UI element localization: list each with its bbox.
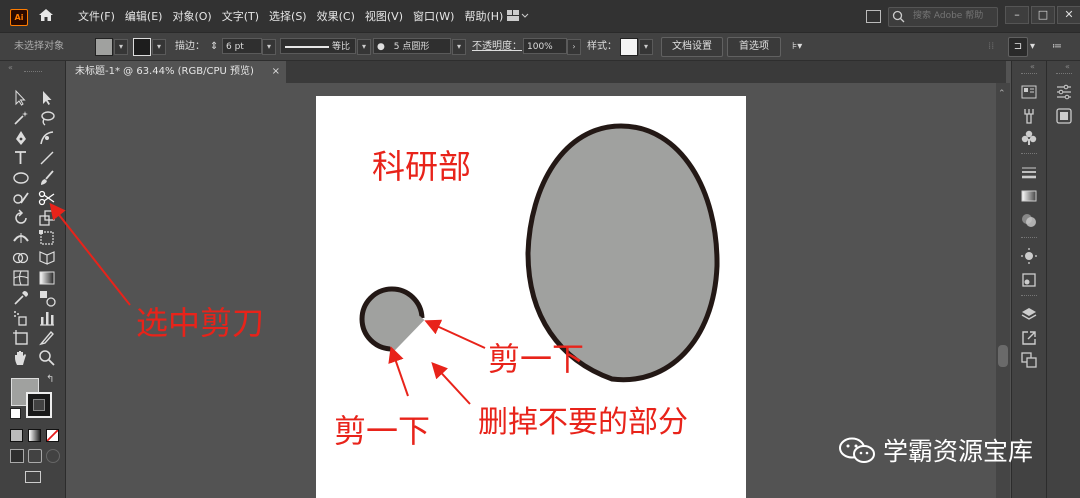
dock-grip-4: [1021, 295, 1037, 298]
sliders-icon[interactable]: [1055, 83, 1073, 101]
scissors-arrow: [49, 202, 131, 306]
dock-grip-3: [1021, 237, 1037, 240]
secondary-grip: [1056, 73, 1072, 76]
graphic-styles-icon[interactable]: [1020, 271, 1038, 289]
transparency-icon[interactable]: [1020, 211, 1038, 229]
annotation-cut-left: 剪一下: [334, 412, 431, 450]
dock-grip-2: [1021, 153, 1037, 156]
artboards-icon[interactable]: [1020, 351, 1038, 369]
symbols-icon[interactable]: [1020, 107, 1038, 125]
annotation-cut-right: 剪一下: [488, 340, 585, 378]
libraries-icon[interactable]: [1055, 107, 1073, 125]
collapse-dock-icon[interactable]: «: [1030, 62, 1035, 71]
appearance-icon[interactable]: [1020, 247, 1038, 265]
wechat-icon: [839, 437, 875, 463]
properties-icon[interactable]: [1020, 83, 1038, 101]
stroke-panel-icon[interactable]: [1020, 163, 1038, 181]
annotation-select-scissors: 选中剪刀: [136, 304, 265, 342]
clubs-icon[interactable]: [1020, 129, 1038, 147]
cut-left-arrow: [388, 346, 409, 397]
gradient-panel-icon[interactable]: [1020, 187, 1038, 205]
annotation-delete: 删掉不要的部分: [478, 405, 688, 440]
collapse-secondary-icon[interactable]: «: [1065, 62, 1070, 71]
title-text: 科研部: [372, 147, 471, 186]
cut-right-arrow: [424, 319, 486, 349]
export-icon[interactable]: [1020, 329, 1038, 347]
delete-arrow: [431, 362, 471, 405]
dock-grip: [1021, 73, 1037, 76]
layers-icon[interactable]: [1020, 305, 1038, 323]
watermark-text: 学霸资源宝库: [883, 437, 1034, 466]
right-secondary-panels: «: [1046, 61, 1080, 498]
